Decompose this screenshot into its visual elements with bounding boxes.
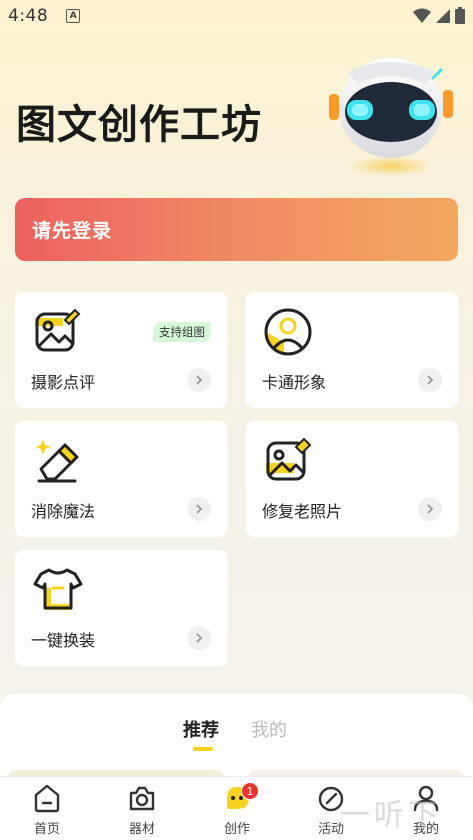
wifi-icon bbox=[413, 8, 431, 23]
card-photo-review[interactable]: 支持组图 摄影点评 bbox=[15, 292, 227, 408]
status-bar: 4:48 A bbox=[0, 0, 473, 32]
chevron-right-icon bbox=[418, 497, 442, 521]
nav-label: 首页 bbox=[33, 822, 60, 837]
avatar-icon bbox=[264, 308, 312, 356]
nav-mine[interactable]: 我的 bbox=[396, 777, 456, 840]
photo-edit-icon bbox=[35, 308, 81, 352]
card-label: 摄影点评 bbox=[31, 373, 96, 392]
nav-label: 器材 bbox=[128, 822, 155, 837]
notification-icon: A bbox=[66, 9, 81, 23]
page-title: 图文创作工坊 bbox=[16, 102, 262, 148]
tab-recommend[interactable]: 推荐 bbox=[183, 716, 219, 742]
card-magic-eraser[interactable]: 消除魔法 bbox=[15, 421, 227, 537]
multi-image-tag: 支持组图 bbox=[153, 322, 211, 342]
profile-icon bbox=[413, 785, 439, 812]
login-button[interactable]: 请先登录 bbox=[15, 198, 458, 261]
nav-home[interactable]: 首页 bbox=[17, 777, 77, 840]
nav-equipment[interactable]: 器材 bbox=[112, 777, 172, 840]
card-photo-repair[interactable]: 修复老照片 bbox=[246, 421, 458, 537]
chevron-right-icon bbox=[187, 368, 211, 392]
chevron-right-icon bbox=[187, 497, 211, 521]
battery-icon bbox=[455, 7, 465, 24]
tshirt-icon bbox=[33, 568, 83, 610]
signal-icon bbox=[436, 8, 450, 23]
tab-mine[interactable]: 我的 bbox=[251, 716, 287, 742]
tab-active-indicator bbox=[193, 747, 213, 751]
nav-activity[interactable]: 活动 bbox=[301, 777, 361, 840]
status-indicators bbox=[413, 7, 465, 24]
login-label: 请先登录 bbox=[32, 220, 113, 242]
card-label: 卡通形象 bbox=[262, 373, 327, 392]
robot-mascot-icon bbox=[329, 58, 453, 176]
notification-badge: 1 bbox=[241, 782, 259, 800]
nav-create[interactable]: 1 创作 bbox=[207, 777, 267, 840]
bottom-nav: 首页 器材 1 创作 活动 我的 bbox=[0, 776, 473, 840]
card-label: 一键换装 bbox=[31, 631, 96, 650]
eraser-icon bbox=[35, 439, 79, 483]
card-outfit-change[interactable]: 一键换装 bbox=[15, 550, 227, 666]
camera-icon bbox=[129, 786, 155, 811]
chevron-right-icon bbox=[418, 368, 442, 392]
chevron-right-icon bbox=[187, 626, 211, 650]
nav-label: 活动 bbox=[317, 822, 344, 837]
card-cartoon-avatar[interactable]: 卡通形象 bbox=[246, 292, 458, 408]
nav-label: 创作 bbox=[223, 822, 250, 837]
home-icon bbox=[34, 784, 60, 813]
card-label: 消除魔法 bbox=[31, 502, 96, 521]
status-time: 4:48 bbox=[8, 6, 49, 26]
nav-label: 我的 bbox=[412, 822, 439, 837]
photo-repair-icon bbox=[266, 437, 312, 481]
activity-icon bbox=[318, 786, 344, 812]
card-label: 修复老照片 bbox=[262, 502, 343, 521]
